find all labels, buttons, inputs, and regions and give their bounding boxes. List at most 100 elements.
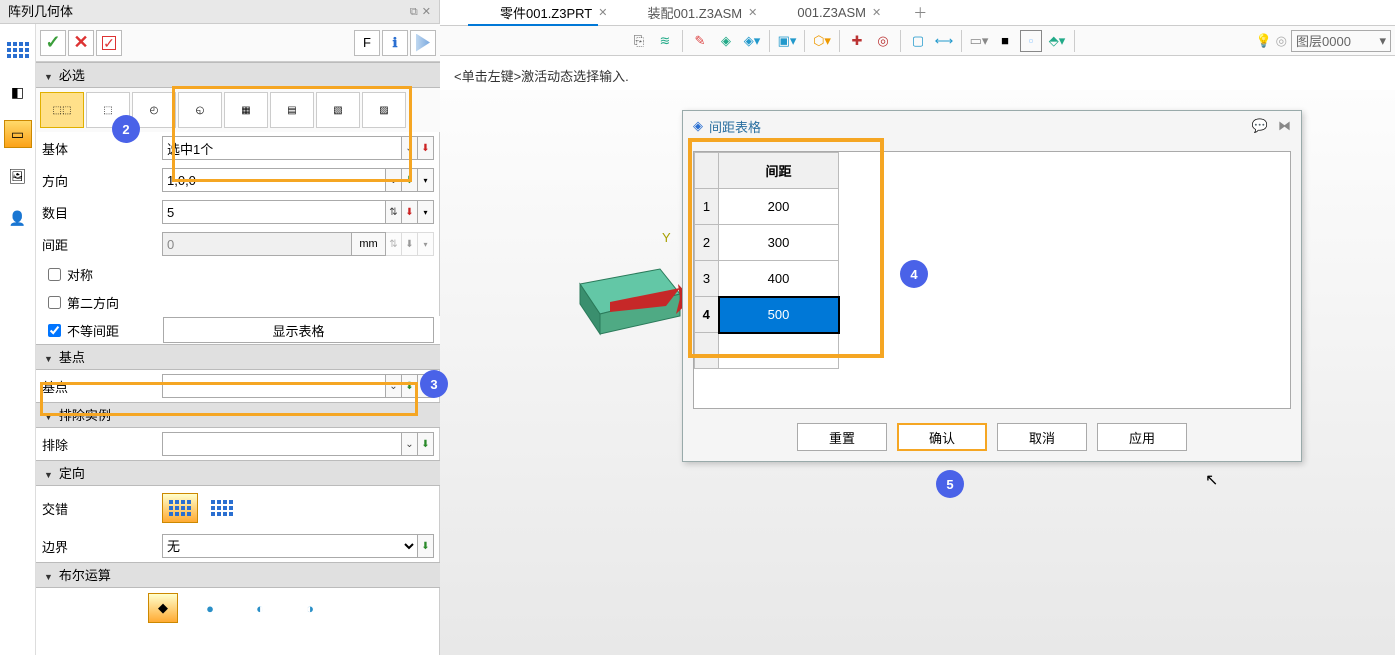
vt-sky-icon[interactable]: ▫ (1020, 30, 1042, 52)
section-base-point[interactable]: 基点 (36, 344, 440, 370)
vt-export-icon[interactable]: ⎘ (628, 30, 650, 52)
exclude-input[interactable] (162, 432, 402, 456)
rail-grid-icon[interactable] (4, 36, 32, 64)
badge-4: 4 (900, 260, 928, 288)
direction-pick-icon[interactable]: ⬇ (402, 168, 418, 192)
table-cell[interactable]: 300 (719, 225, 839, 261)
collapse-icon[interactable]: ⧉ (410, 0, 418, 24)
vt-cube3-icon[interactable]: ▣▾ (776, 30, 798, 52)
info-button[interactable]: ℹ (382, 30, 408, 56)
pattern-type-4-icon[interactable]: ◵ (178, 92, 222, 128)
pattern-type-6-icon[interactable]: ▤ (270, 92, 314, 128)
tab-1[interactable]: 装配001.Z3ASM✕ (627, 1, 777, 25)
close-panel-icon[interactable]: ✕ (422, 0, 431, 24)
vt-target-icon[interactable]: ◎ (872, 30, 894, 52)
base-entity-expand-icon[interactable]: ⌄ (402, 136, 418, 160)
count-spinner-icon[interactable]: ⇅ (386, 200, 402, 224)
section-orient[interactable]: 定向 (36, 460, 440, 486)
stagger-opt2-icon[interactable] (204, 493, 240, 523)
exclude-pick-icon[interactable]: ⬇ (418, 432, 434, 456)
base-entity-input[interactable] (162, 136, 402, 160)
direction-expand-icon[interactable]: ⌄ (386, 168, 402, 192)
count-pick-icon[interactable]: ⬇ (402, 200, 418, 224)
section-boolean[interactable]: 布尔运算 (36, 562, 440, 588)
vt-layers-icon[interactable]: ≋ (654, 30, 676, 52)
panel-title: 阵列几何体 (8, 0, 73, 24)
vt-axis-icon[interactable]: ✚ (846, 30, 868, 52)
stagger-label: 交错 (42, 499, 162, 518)
bool-opt4-icon[interactable]: ◑ (292, 593, 328, 623)
tab-0[interactable]: 零件001.Z3PRT✕ (480, 1, 627, 25)
vt-dim-icon[interactable]: ⟷ (933, 30, 955, 52)
dialog-close-icon[interactable]: ⧓ (1278, 118, 1291, 134)
tab-close-icon[interactable]: ✕ (872, 6, 881, 19)
viewport[interactable]: Y ◈ 间距表格 💬 ⧓ 间距 (440, 90, 1395, 655)
table-cell[interactable]: 200 (719, 189, 839, 225)
count-dropdown-icon[interactable]: ▾ (418, 200, 434, 224)
bool-opt2-icon[interactable]: ● (192, 593, 228, 623)
pattern-linear-icon[interactable]: ⬚⬚ (40, 92, 84, 128)
spacing-pick-icon: ⬇ (402, 232, 418, 256)
vt-poly-icon[interactable]: ⬡▾ (811, 30, 833, 52)
vt-wand-icon[interactable]: ✎ (689, 30, 711, 52)
spacing-table: 间距 1200 2300 3400 4500 (694, 152, 840, 369)
pattern-type-8-icon[interactable]: ▨ (362, 92, 406, 128)
vt-cube2-icon[interactable]: ◈▾ (741, 30, 763, 52)
cancel-dialog-button[interactable]: 取消 (997, 423, 1087, 451)
bool-opt1-icon[interactable]: ◆ (148, 593, 178, 623)
boundary-pick-icon[interactable]: ⬇ (418, 534, 434, 558)
rail-cube-icon[interactable]: ◧ (4, 78, 32, 106)
exclude-expand-icon[interactable]: ⌄ (402, 432, 418, 456)
boundary-select[interactable]: 无 (162, 534, 418, 558)
vt-black-icon[interactable]: ■ (994, 30, 1016, 52)
basepoint-input[interactable] (162, 374, 386, 398)
second-dir-checkbox[interactable] (48, 296, 61, 309)
ok-button[interactable]: ✓ (40, 30, 66, 56)
rail-user-icon[interactable]: 👤 (4, 204, 32, 232)
show-table-button[interactable]: 显示表格 (163, 317, 434, 343)
apply-check-button[interactable]: ✓ (96, 30, 122, 56)
wedge-button[interactable] (410, 30, 436, 56)
basepoint-expand-icon[interactable]: ⌄ (386, 374, 402, 398)
badge-3: 3 (420, 370, 448, 398)
direction-dropdown-icon[interactable]: ▾ (418, 168, 434, 192)
section-required[interactable]: 必选 (36, 62, 440, 88)
tab-close-icon[interactable]: ✕ (598, 6, 607, 19)
table-cell[interactable]: 400 (719, 261, 839, 297)
stagger-opt1-icon[interactable] (162, 493, 198, 523)
model-preview: Y (570, 224, 690, 344)
reset-button[interactable]: 重置 (797, 423, 887, 451)
pattern-type-7-icon[interactable]: ▧ (316, 92, 360, 128)
vt-planes-icon[interactable]: ⬘▾ (1046, 30, 1068, 52)
ok-dialog-button[interactable]: 确认 (897, 423, 987, 451)
bool-opt3-icon[interactable]: ◐ (242, 593, 278, 623)
base-entity-pick-icon[interactable]: ⬇ (418, 136, 434, 160)
section-exclude[interactable]: 排除实例 (36, 402, 440, 428)
f-button[interactable]: F (354, 30, 380, 56)
tab-2[interactable]: 001.Z3ASM✕ (777, 1, 901, 25)
unequal-spacing-checkbox[interactable] (48, 324, 61, 337)
exclude-label: 排除 (42, 435, 162, 454)
tab-close-icon[interactable]: ✕ (748, 6, 757, 19)
cancel-button[interactable]: ✕ (68, 30, 94, 56)
basepoint-pick-icon[interactable]: ⬇ (402, 374, 418, 398)
layer-select[interactable]: 图层0000▾ (1291, 30, 1391, 52)
table-cell[interactable]: 500 (719, 297, 839, 333)
symmetric-checkbox[interactable] (48, 268, 61, 281)
table-row: 2300 (695, 225, 839, 261)
count-input[interactable] (162, 200, 386, 224)
vt-box-icon[interactable]: ▢ (907, 30, 929, 52)
panel-titlebar: 阵列几何体 ⧉ ✕ (0, 0, 439, 24)
rail-image-icon[interactable]: 🖼 (4, 162, 32, 190)
rail-box-icon[interactable]: ▭ (4, 120, 32, 148)
apply-dialog-button[interactable]: 应用 (1097, 423, 1187, 451)
vt-target2-icon[interactable]: ◎ (1276, 33, 1287, 49)
direction-input[interactable] (162, 168, 386, 192)
vt-bulb-icon[interactable]: 💡 (1255, 33, 1271, 49)
tab-add-button[interactable]: ＋ (901, 3, 939, 23)
pattern-type-5-icon[interactable]: ▦ (224, 92, 268, 128)
dialog-msg-icon[interactable]: 💬 (1252, 118, 1268, 134)
pattern-type-row: ⬚⬚ ⬚ ◴ ◵ ▦ ▤ ▧ ▨ (36, 88, 440, 132)
vt-cube1-icon[interactable]: ◈ (715, 30, 737, 52)
vt-screen-icon[interactable]: ▭▾ (968, 30, 990, 52)
